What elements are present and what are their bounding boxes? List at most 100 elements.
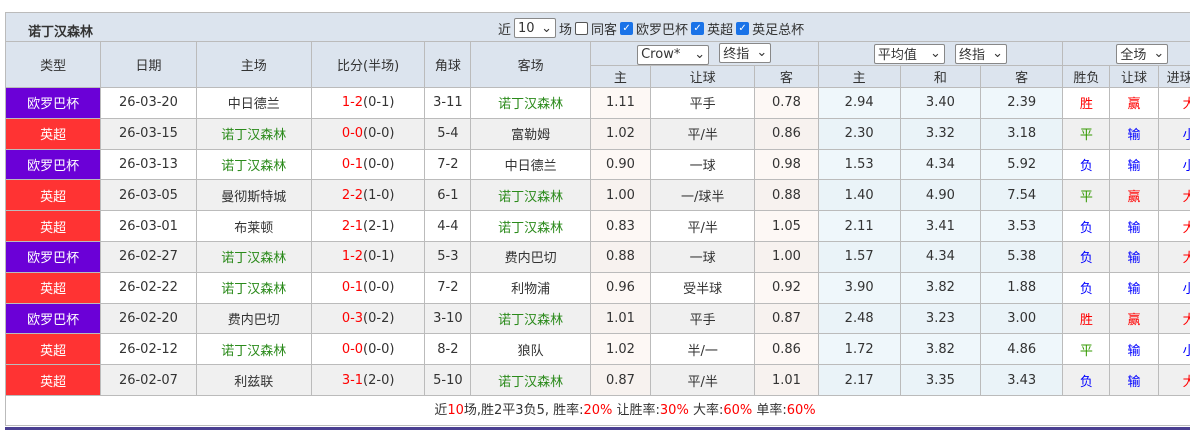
- col-score: 比分(半场): [310, 41, 426, 88]
- home-team[interactable]: 曼彻斯特城: [195, 179, 312, 212]
- goals-result: 大: [1157, 364, 1190, 396]
- goals-result: 小: [1157, 271, 1190, 304]
- avg-away: 5.92: [980, 148, 1064, 181]
- home-team[interactable]: 诺丁汉森林: [195, 333, 312, 366]
- away-team[interactable]: 狼队: [470, 333, 591, 366]
- summary-text: 场,胜2平3负5, 胜率:: [463, 402, 584, 418]
- home-team[interactable]: 诺丁汉森林: [195, 117, 312, 150]
- score[interactable]: 2-1(2-1): [310, 210, 426, 242]
- col-goals: 进球: [1157, 65, 1190, 88]
- score[interactable]: 1-2(0-1): [310, 87, 426, 119]
- period-select[interactable]: 全场 ⌄: [1116, 43, 1169, 64]
- away-team[interactable]: 诺丁汉森林: [470, 210, 591, 242]
- table-row: 英超 26-02-22 诺丁汉森林 0-1(0-0) 7-2 利物浦 0.96 受半球 0.92…: [4, 271, 1190, 304]
- full-time-score: 0-1: [341, 280, 364, 296]
- score[interactable]: 0-3(0-2): [310, 302, 426, 335]
- league-badge[interactable]: 英超: [4, 364, 102, 396]
- league-badge[interactable]: 英超: [4, 210, 102, 242]
- odds-away: 1.01: [754, 364, 819, 396]
- match-result: 平: [1062, 117, 1111, 150]
- odds-home: 1.01: [589, 302, 652, 335]
- score[interactable]: 0-0(0-0): [310, 117, 426, 150]
- full-time-score: 0-3: [341, 310, 364, 326]
- recent-count-select[interactable]: 10 ⌄: [514, 18, 557, 38]
- corner-score: 5-4: [424, 117, 472, 150]
- score[interactable]: 0-1(0-0): [310, 271, 426, 304]
- summary-text: 让胜率:: [612, 402, 660, 418]
- match-result: 负: [1062, 210, 1111, 242]
- score[interactable]: 0-1(0-0): [310, 148, 426, 181]
- filter-label: 同客: [591, 22, 618, 38]
- odds-home: 1.11: [589, 87, 652, 119]
- corner-score: 5-3: [424, 240, 472, 273]
- match-date: 26-03-05: [100, 179, 197, 212]
- avg-away: 3.18: [980, 117, 1064, 150]
- avg-away: 2.39: [980, 87, 1064, 119]
- epl-checkbox[interactable]: ✓: [691, 21, 705, 35]
- home-team[interactable]: 费内巴切: [195, 302, 312, 335]
- score[interactable]: 2-2(1-0): [310, 179, 426, 212]
- league-badge[interactable]: 英超: [4, 117, 102, 150]
- league-badge[interactable]: 欧罗巴杯: [4, 240, 102, 273]
- odds-home: 0.90: [589, 148, 652, 181]
- same-away-checkbox[interactable]: [575, 21, 589, 35]
- odds-home: 0.96: [589, 271, 652, 304]
- recent-label: 近: [498, 22, 512, 38]
- match-result: 胜: [1062, 302, 1111, 335]
- panel-header: 诺丁汉森林 近 10 ⌄ 场 同客 ✓ 欧罗巴杯 ✓ 英超 ✓ 英足总杯: [5, 13, 1190, 41]
- europe-odds-select[interactable]: 终指 ⌄: [954, 43, 1007, 64]
- league-badge[interactable]: 英超: [4, 333, 102, 366]
- bottom-divider: [5, 427, 1190, 430]
- handicap-win-rate: 30%: [659, 402, 689, 418]
- league-badge[interactable]: 英超: [4, 271, 102, 304]
- league-badge[interactable]: 英超: [4, 179, 102, 212]
- away-team[interactable]: 中日德兰: [470, 148, 591, 181]
- avg-home: 1.57: [817, 240, 901, 273]
- handicap-line: 一球: [650, 240, 756, 273]
- away-team[interactable]: 诺丁汉森林: [470, 87, 591, 119]
- avg-draw: 3.32: [899, 117, 982, 150]
- score[interactable]: 3-1(2-0): [310, 364, 426, 396]
- table-row: 欧罗巴杯 26-03-20 中日德兰 1-2(0-1) 3-11 诺丁汉森林 1.11 平手 0…: [4, 87, 1190, 119]
- home-team[interactable]: 诺丁汉森林: [195, 148, 312, 181]
- home-team[interactable]: 诺丁汉森林: [195, 240, 312, 273]
- away-team[interactable]: 诺丁汉森林: [470, 302, 591, 335]
- league-badge[interactable]: 欧罗巴杯: [4, 302, 102, 335]
- avg-draw: 4.34: [899, 148, 982, 181]
- away-team[interactable]: 富勒姆: [470, 117, 591, 150]
- odds-away: 0.86: [754, 333, 819, 366]
- score[interactable]: 0-0(0-0): [310, 333, 426, 366]
- avg-draw: 4.34: [899, 240, 982, 273]
- company-select[interactable]: Crow* ⌄: [637, 44, 710, 65]
- home-team[interactable]: 利兹联: [195, 364, 312, 396]
- match-date: 26-02-27: [100, 240, 197, 273]
- europa-checkbox[interactable]: ✓: [620, 21, 634, 35]
- avg-away: 1.88: [980, 271, 1064, 304]
- full-time-score: 0-0: [341, 341, 364, 357]
- average-select[interactable]: 平均值 ⌄: [873, 43, 945, 64]
- handicap-odds-select[interactable]: 终指 ⌄: [719, 42, 772, 63]
- match-date: 26-03-15: [100, 117, 197, 150]
- away-team[interactable]: 诺丁汉森林: [470, 179, 591, 212]
- away-team[interactable]: 诺丁汉森林: [470, 364, 591, 396]
- home-team[interactable]: 诺丁汉森林: [195, 271, 312, 304]
- home-team[interactable]: 布莱顿: [195, 210, 312, 242]
- league-badge[interactable]: 欧罗巴杯: [4, 148, 102, 181]
- odds-away: 0.88: [754, 179, 819, 212]
- avg-draw: 3.40: [899, 87, 982, 119]
- home-team[interactable]: 中日德兰: [195, 87, 312, 119]
- away-team[interactable]: 费内巴切: [470, 240, 591, 273]
- score[interactable]: 1-2(0-1): [310, 240, 426, 273]
- odds-home: 1.00: [589, 179, 652, 212]
- summary-text: 近: [434, 402, 448, 418]
- league-badge[interactable]: 欧罗巴杯: [4, 87, 102, 119]
- full-time-score: 1-2: [341, 249, 364, 265]
- handicap-line: 受半球: [650, 271, 756, 304]
- fa-cup-checkbox[interactable]: ✓: [736, 21, 750, 35]
- half-time-score: (0-0): [363, 156, 395, 172]
- match-result: 负: [1062, 271, 1111, 304]
- over-rate: 60%: [723, 402, 753, 418]
- away-team[interactable]: 利物浦: [470, 271, 591, 304]
- handicap-line: 平/半: [650, 117, 756, 150]
- match-result: 负: [1062, 364, 1111, 396]
